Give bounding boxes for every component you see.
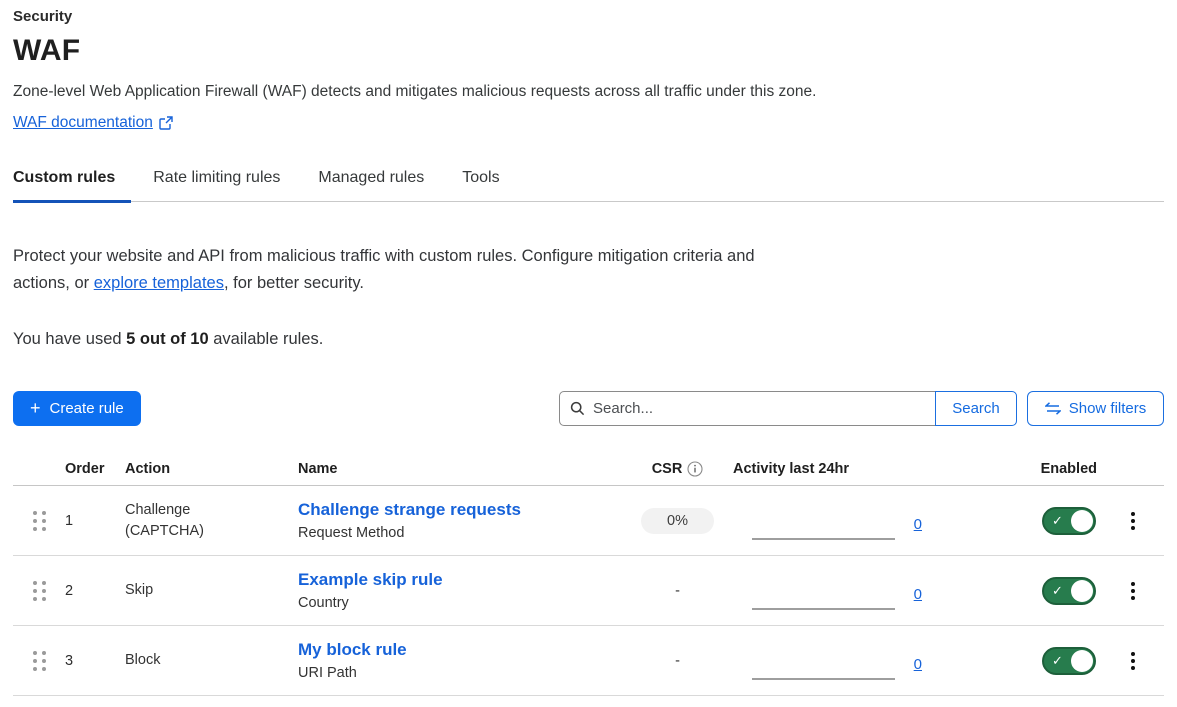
table-row: 2 Skip Example skip rule Country - 0 ✓ — [13, 556, 1164, 626]
header-order: Order — [65, 461, 125, 477]
activity-count-link[interactable]: 0 — [914, 586, 922, 603]
header-name: Name — [298, 461, 630, 477]
rule-action: Skip — [125, 580, 298, 601]
activity-count-link[interactable]: 0 — [914, 516, 922, 533]
intro-after: , for better security. — [224, 274, 364, 292]
enabled-toggle[interactable]: ✓ — [1042, 507, 1096, 535]
check-icon: ✓ — [1052, 583, 1063, 599]
activity-sparkline — [752, 608, 895, 610]
table-row: 1 Challenge (CAPTCHA) Challenge strange … — [13, 486, 1164, 556]
drag-handle-icon[interactable] — [33, 581, 46, 601]
search-input[interactable] — [593, 400, 925, 417]
toggle-knob — [1071, 580, 1093, 602]
rule-name-link[interactable]: My block rule — [298, 640, 407, 660]
waf-page: Security WAF Zone-level Web Application … — [0, 0, 1177, 696]
rule-order: 2 — [65, 583, 125, 599]
page-title: WAF — [13, 34, 1164, 68]
rule-order: 1 — [65, 513, 125, 529]
rule-name-link[interactable]: Example skip rule — [298, 570, 443, 590]
table-header-row: Order Action Name CSR Activity last 24hr… — [13, 453, 1164, 486]
plus-icon: + — [30, 399, 41, 417]
header-activity: Activity last 24hr — [725, 461, 935, 477]
search-icon — [570, 401, 585, 416]
tab-rate-limiting-rules[interactable]: Rate limiting rules — [153, 169, 296, 203]
csr-value: - — [675, 653, 680, 669]
rule-name-link[interactable]: Challenge strange requests — [298, 500, 521, 520]
activity-cell: 0 — [725, 486, 935, 555]
row-menu-kebab-icon[interactable] — [1127, 508, 1139, 534]
rule-action: Block — [125, 650, 298, 671]
header-action: Action — [125, 461, 298, 477]
header-enabled: Enabled — [1041, 461, 1102, 477]
csr-value: - — [675, 583, 680, 599]
csr-badge: 0% — [641, 508, 714, 534]
toggle-knob — [1071, 510, 1093, 532]
search-group: Search — [559, 391, 1017, 426]
drag-handle-icon[interactable] — [33, 511, 46, 531]
page-description: Zone-level Web Application Firewall (WAF… — [13, 83, 1164, 101]
rule-field: Country — [298, 595, 630, 611]
filters-swap-icon — [1045, 402, 1061, 415]
info-icon[interactable] — [687, 461, 703, 477]
create-rule-button[interactable]: + Create rule — [13, 391, 141, 426]
activity-cell: 0 — [725, 626, 935, 695]
tab-managed-rules[interactable]: Managed rules — [318, 169, 440, 203]
rule-name-cell: Example skip rule Country — [298, 570, 630, 611]
rule-action-line2: (CAPTCHA) — [125, 521, 298, 542]
doc-link-row: WAF documentation — [13, 114, 1164, 132]
create-rule-label: Create rule — [50, 400, 124, 417]
usage-prefix: You have used — [13, 330, 126, 348]
waf-documentation-link[interactable]: WAF documentation — [13, 114, 153, 132]
rule-field: URI Path — [298, 665, 630, 681]
rule-field: Request Method — [298, 525, 630, 541]
activity-sparkline — [752, 538, 895, 540]
rule-name-cell: Challenge strange requests Request Metho… — [298, 500, 630, 541]
enabled-cell: ✓ — [1042, 647, 1102, 675]
rule-name-cell: My block rule URI Path — [298, 640, 630, 681]
tab-bar: Custom rules Rate limiting rules Managed… — [13, 169, 1164, 202]
header-csr: CSR — [652, 461, 683, 477]
check-icon: ✓ — [1052, 653, 1063, 669]
enabled-toggle[interactable]: ✓ — [1042, 647, 1096, 675]
enabled-toggle[interactable]: ✓ — [1042, 577, 1096, 605]
rules-table: Order Action Name CSR Activity last 24hr… — [13, 453, 1164, 696]
breadcrumb: Security — [13, 8, 1164, 25]
search-box — [559, 391, 936, 426]
toolbar: + Create rule Search — [13, 391, 1164, 426]
check-icon: ✓ — [1052, 513, 1063, 529]
csr-value: 0% — [641, 513, 714, 529]
rule-action-line1: Challenge — [125, 500, 298, 521]
search-button[interactable]: Search — [935, 391, 1017, 426]
external-link-icon — [159, 116, 173, 130]
rule-action-line1: Block — [125, 650, 298, 671]
row-menu-kebab-icon[interactable] — [1127, 648, 1139, 674]
toggle-knob — [1071, 650, 1093, 672]
enabled-cell: ✓ — [1042, 507, 1102, 535]
show-filters-label: Show filters — [1069, 400, 1147, 417]
table-row: 3 Block My block rule URI Path - 0 ✓ — [13, 626, 1164, 696]
rule-action-line1: Skip — [125, 580, 298, 601]
activity-sparkline — [752, 678, 895, 680]
enabled-cell: ✓ — [1042, 577, 1102, 605]
explore-templates-link[interactable]: explore templates — [94, 274, 224, 292]
tab-tools[interactable]: Tools — [462, 169, 515, 203]
activity-count-link[interactable]: 0 — [914, 656, 922, 673]
usage-text: You have used 5 out of 10 available rule… — [13, 330, 1164, 349]
activity-cell: 0 — [725, 556, 935, 625]
rule-order: 3 — [65, 653, 125, 669]
row-menu-kebab-icon[interactable] — [1127, 578, 1139, 604]
rule-action: Challenge (CAPTCHA) — [125, 500, 298, 542]
show-filters-button[interactable]: Show filters — [1027, 391, 1164, 426]
tab-custom-rules[interactable]: Custom rules — [13, 169, 131, 203]
intro-text: Protect your website and API from malici… — [13, 243, 758, 297]
drag-handle-icon[interactable] — [33, 651, 46, 671]
usage-count: 5 out of 10 — [126, 330, 209, 348]
usage-suffix: available rules. — [209, 330, 324, 348]
